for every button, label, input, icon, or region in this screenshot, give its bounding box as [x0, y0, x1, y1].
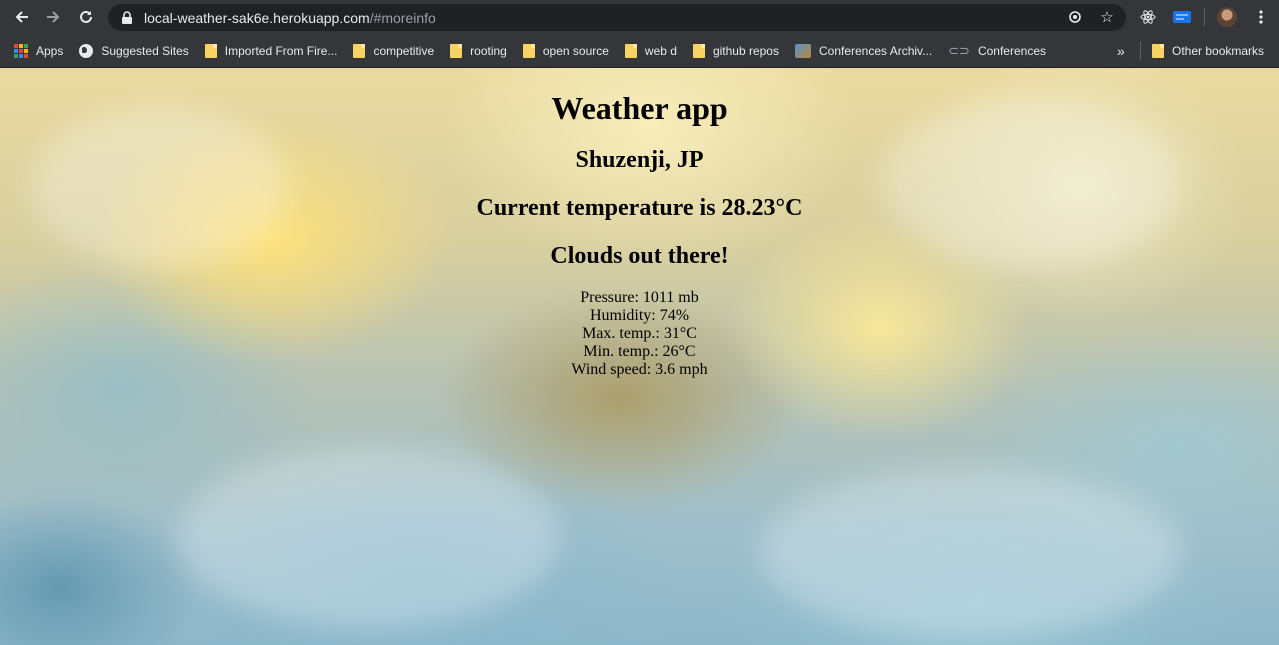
toolbar-divider — [1204, 8, 1205, 26]
reload-icon — [80, 10, 92, 23]
cloud-background-image — [180, 448, 560, 628]
avatar-icon — [1217, 7, 1237, 27]
bookmark-label: Conferences — [977, 44, 1046, 58]
bookmark-folder-imported[interactable]: Imported From Fire... — [197, 38, 346, 64]
back-arrow-icon — [15, 11, 28, 23]
url-text: local-weather-sak6e.herokuapp.com/#morei… — [144, 10, 436, 26]
weather-details: Pressure: 1011 mb Humidity: 74% Max. tem… — [0, 289, 1279, 379]
bookmark-label: web d — [644, 44, 677, 58]
forward-arrow-icon — [47, 11, 60, 23]
extension-sh-icon[interactable] — [1170, 5, 1194, 29]
bookmark-conferences[interactable]: ⊂⊃ Conferences — [940, 38, 1054, 64]
menu-kebab-icon[interactable] — [1249, 5, 1273, 29]
bookmark-label: Imported From Fire... — [224, 44, 338, 58]
bookmark-label: Conferences Archiv... — [818, 44, 933, 58]
reload-button[interactable] — [71, 2, 101, 32]
bookmark-label: competitive — [373, 44, 435, 58]
bookmark-label: open source — [542, 44, 609, 58]
bookmark-folder-web-d[interactable]: web d — [617, 38, 685, 64]
page-title: Weather app — [551, 90, 728, 126]
bookmark-folder-competitive[interactable]: competitive — [345, 38, 442, 64]
cloud-background-image — [760, 468, 1180, 638]
folder-icon — [450, 44, 463, 58]
folder-icon — [692, 44, 705, 58]
weather-description: Clouds out there! — [550, 243, 729, 269]
folder-icon — [1152, 44, 1164, 58]
bookmark-label: Apps — [36, 44, 64, 58]
bookmark-folder-github-repos[interactable]: github repos — [685, 38, 787, 64]
bookmarks-divider — [1140, 42, 1141, 60]
location-heading: Shuzenji, JP — [575, 147, 704, 173]
globe-icon — [79, 44, 94, 58]
location-target-icon[interactable] — [1066, 8, 1084, 26]
humidity-value: Humidity: 74% — [589, 307, 690, 324]
lock-icon — [122, 10, 132, 24]
folder-icon — [204, 44, 217, 58]
conference-site-icon — [794, 44, 811, 58]
bookmarks-bar: Apps Suggested Sites Imported From Fire.… — [0, 35, 1279, 68]
weather-content: Weather app Shuzenji, JP Current tempera… — [0, 68, 1279, 379]
page-viewport: Weather app Shuzenji, JP Current tempera… — [0, 68, 1279, 645]
wind-speed-value: Wind speed: 3.6 mph — [571, 361, 708, 378]
bookmark-apps[interactable]: Apps — [6, 38, 71, 64]
folder-icon — [353, 44, 366, 58]
bookmark-conferences-archive[interactable]: Conferences Archiv... — [787, 38, 940, 64]
folder-icon — [522, 44, 535, 58]
apps-grid-icon — [14, 44, 28, 58]
bookmark-folder-rooting[interactable]: rooting — [442, 38, 515, 64]
current-temperature: Current temperature is 28.23°C — [476, 195, 803, 221]
url-host: local-weather-sak6e.herokuapp.com — [144, 9, 370, 26]
more-bookmarks-button[interactable]: » — [1117, 35, 1125, 67]
max-temp-value: Max. temp.: 31°C — [582, 325, 697, 342]
forward-button[interactable] — [38, 2, 68, 32]
bookmark-label: github repos — [712, 44, 779, 58]
bookmark-star-icon[interactable]: ☆ — [1098, 8, 1116, 26]
url-path: /#moreinfo — [369, 9, 436, 26]
react-devtools-icon[interactable] — [1136, 5, 1160, 29]
pressure-value: Pressure: 1011 mb — [580, 289, 699, 306]
folder-icon — [624, 44, 637, 58]
address-bar[interactable]: local-weather-sak6e.herokuapp.com/#morei… — [108, 4, 1126, 31]
min-temp-value: Min. temp.: 26°C — [583, 343, 696, 360]
link-icon: ⊂⊃ — [948, 43, 970, 58]
back-button[interactable] — [7, 2, 37, 32]
profile-avatar[interactable] — [1215, 5, 1239, 29]
other-bookmarks-folder[interactable]: Other bookmarks — [1144, 38, 1272, 64]
bookmark-label: Other bookmarks — [1172, 44, 1265, 58]
bookmark-label: Suggested Sites — [101, 44, 189, 58]
bookmark-label: rooting — [470, 44, 507, 58]
bookmark-suggested-sites[interactable]: Suggested Sites — [71, 38, 196, 64]
bookmark-folder-open-source[interactable]: open source — [515, 38, 617, 64]
browser-toolbar: local-weather-sak6e.herokuapp.com/#morei… — [0, 0, 1279, 35]
